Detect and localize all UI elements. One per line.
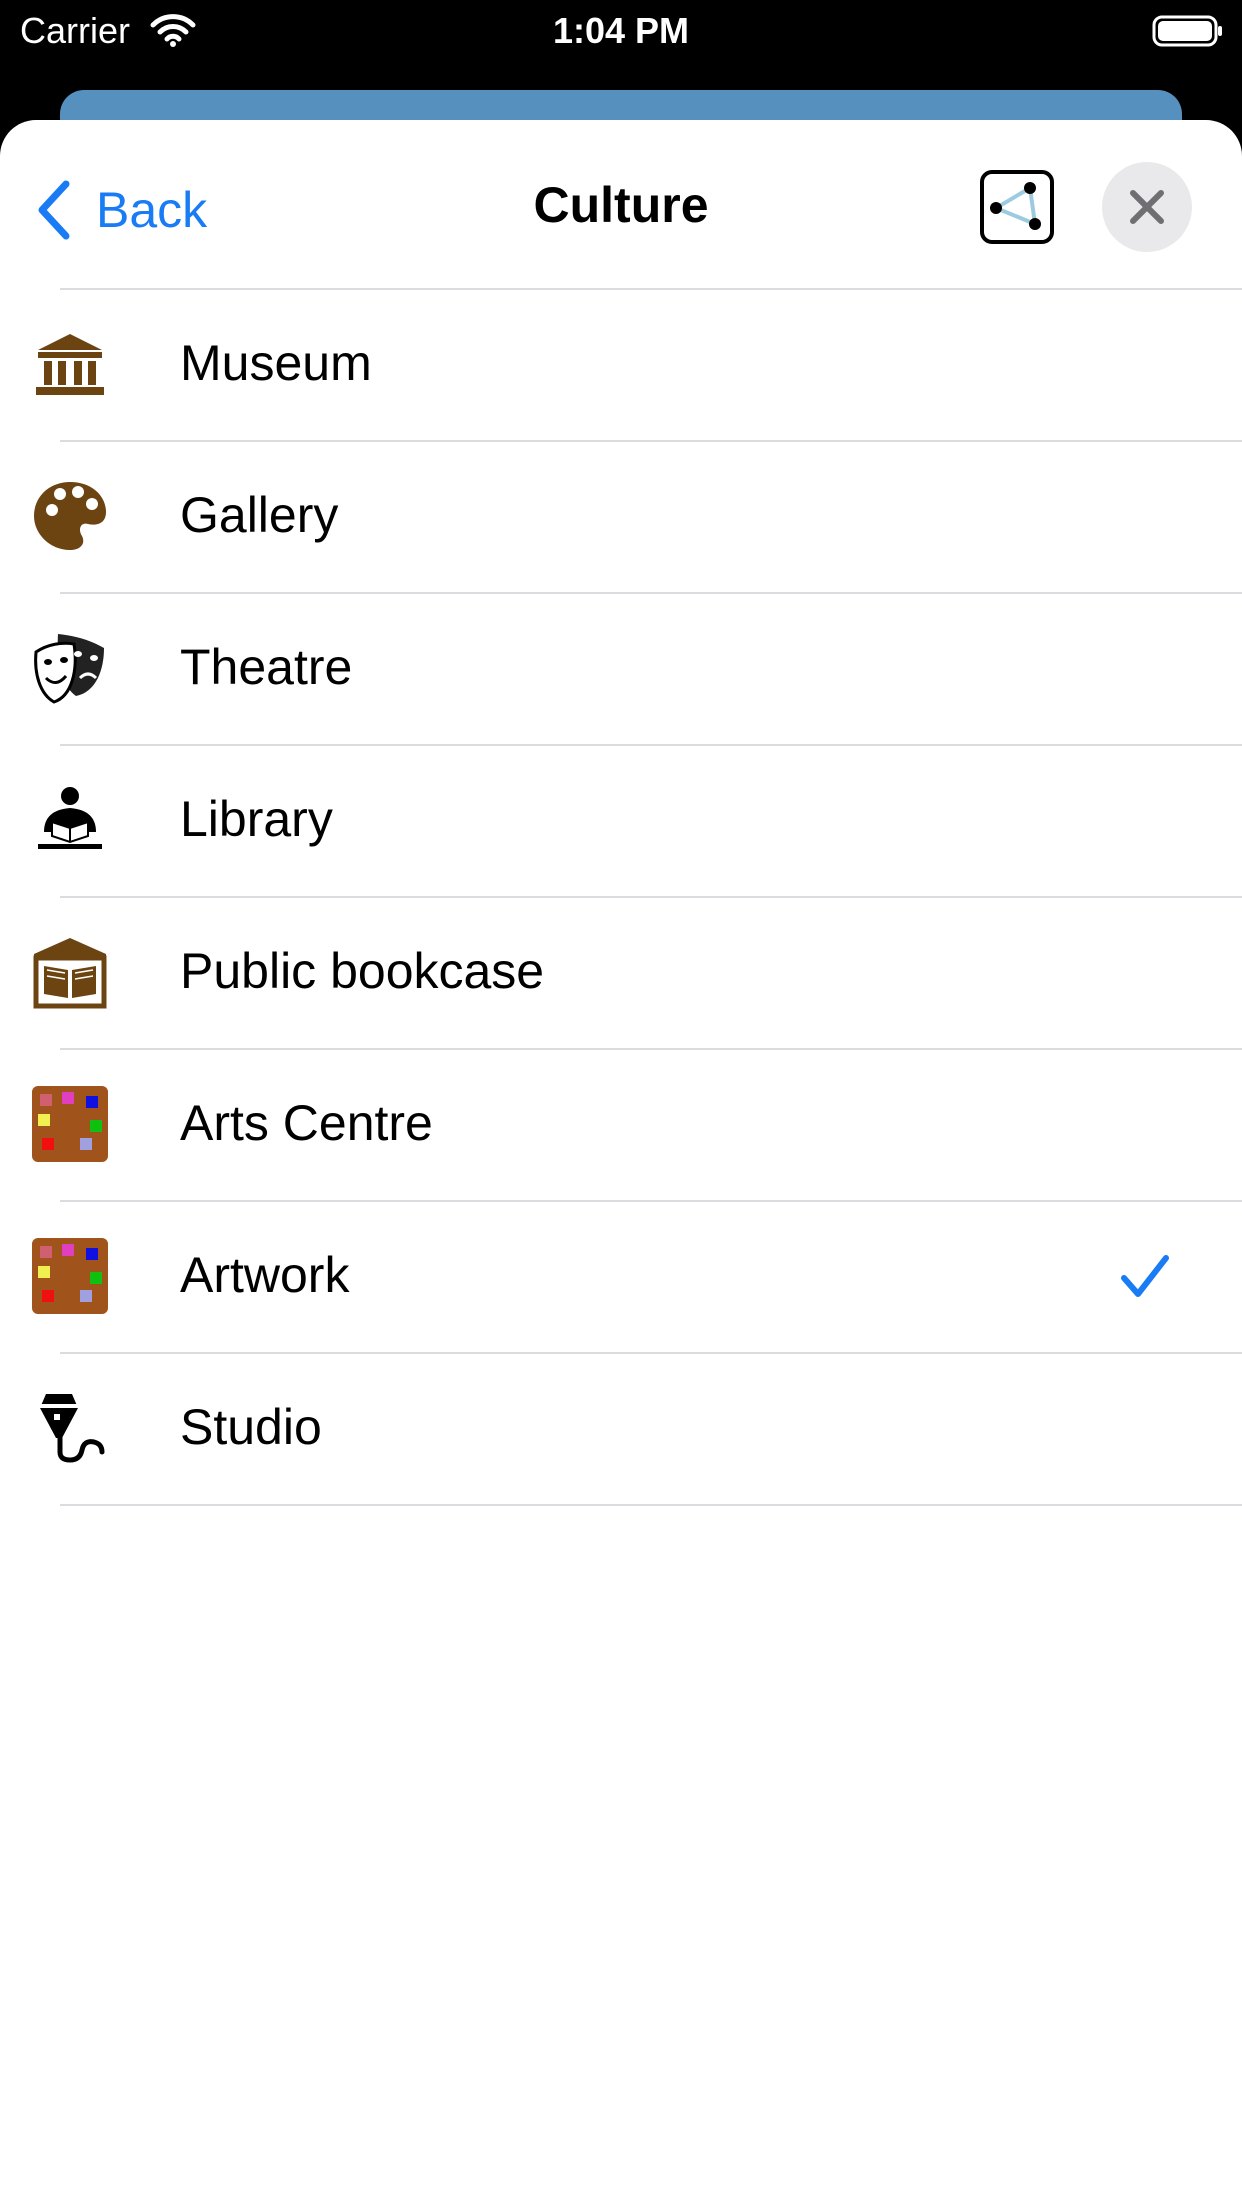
item-label: Public bookcase (180, 943, 545, 999)
close-icon (1130, 190, 1164, 224)
list-item[interactable]: Public bookcase (33, 896, 1242, 1048)
artwork-icon (32, 1238, 108, 1314)
status-time: 1:04 PM (552, 10, 690, 51)
list-item[interactable]: Arts Centre (32, 1048, 1242, 1200)
item-label: Studio (180, 1399, 322, 1455)
list-item[interactable]: Artwork (32, 1200, 1242, 1352)
close-button[interactable] (1102, 162, 1192, 252)
item-label: Gallery (180, 487, 339, 543)
culture-sheet: Back Culture Museum Gallery Theatre Libr… (0, 120, 1242, 2208)
category-list: Museum Gallery Theatre Library Public bo… (0, 288, 1242, 1506)
page-title: Culture (533, 177, 709, 233)
status-bar: Carrier 1:04 PM (0, 0, 1242, 62)
list-item[interactable]: Gallery (34, 440, 1242, 592)
list-item[interactable]: Studio (38, 1352, 1242, 1506)
checkmark-icon (1121, 1255, 1169, 1297)
navigation-bar: Back Culture (0, 120, 1242, 288)
list-item[interactable]: Library (38, 744, 1242, 896)
museum-icon (36, 334, 104, 395)
item-label: Library (180, 791, 333, 847)
map-geometry-button[interactable] (980, 170, 1054, 244)
list-item[interactable]: Museum (36, 288, 1242, 440)
item-label: Artwork (180, 1247, 350, 1303)
arts-centre-icon (32, 1086, 108, 1162)
item-label: Arts Centre (180, 1095, 433, 1151)
item-label: Museum (180, 335, 372, 391)
item-label: Theatre (180, 639, 353, 695)
public-bookcase-icon (33, 938, 107, 1009)
theatre-masks-icon (34, 634, 104, 704)
library-reader-icon (38, 787, 102, 849)
studio-microphone-icon (38, 1394, 105, 1463)
palette-icon (34, 482, 106, 550)
list-item[interactable]: Theatre (34, 592, 1242, 744)
battery-icon (1152, 15, 1222, 47)
